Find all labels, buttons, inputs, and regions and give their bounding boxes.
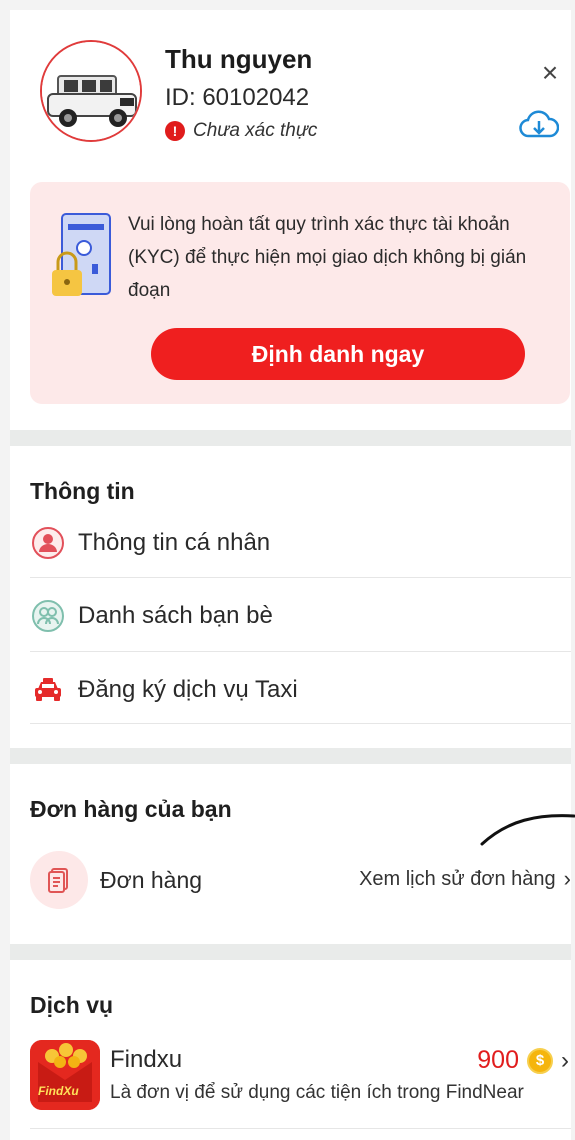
menu-item-personal-info[interactable]: Thông tin cá nhân — [30, 507, 571, 579]
kyc-lock-illustration-icon — [48, 208, 118, 308]
receipt-icon — [30, 851, 88, 909]
cloud-download-icon[interactable] — [519, 110, 560, 142]
divider — [30, 651, 571, 652]
menu-item-label: Đăng ký dịch vụ Taxi — [78, 676, 298, 703]
verify-status[interactable]: ! Chưa xác thực — [165, 120, 317, 142]
coin-icon: $ — [527, 1047, 553, 1074]
kyc-card: Vui lòng hoàn tất quy trình xác thực tài… — [30, 182, 570, 404]
services-section-title: Dịch vụ — [30, 992, 114, 1018]
top-strip — [0, 0, 575, 10]
menu-item-label: Danh sách bạn bè — [78, 602, 273, 629]
alert-icon: ! — [165, 121, 185, 141]
menu-item-taxi-register[interactable]: Đăng ký dịch vụ Taxi — [30, 654, 571, 726]
person-icon — [30, 525, 66, 561]
divider — [30, 577, 571, 578]
orders-label: Đơn hàng — [100, 866, 203, 893]
order-history-link-text: Xem lịch sử đơn hàng — [359, 867, 556, 890]
left-edge — [0, 0, 10, 1140]
coin-balance: 900 — [477, 1046, 519, 1074]
info-section-title: Thông tin — [30, 478, 135, 504]
annotation-stroke — [480, 814, 575, 846]
car-avatar-image — [42, 42, 140, 140]
friends-icon — [30, 598, 66, 634]
right-edge — [571, 0, 575, 1140]
findxu-logo: FindXu — [30, 1040, 100, 1110]
chevron-right-icon: › — [563, 866, 571, 891]
service-findxu[interactable]: FindXu Findxu Là đơn vị để sử dụng các t… — [30, 1040, 571, 1114]
divider — [30, 1128, 571, 1129]
orders-row[interactable]: Đơn hàng Xem lịch sử đơn hàng › — [30, 848, 571, 912]
kyc-message: Vui lòng hoàn tất quy trình xác thực tài… — [128, 214, 527, 301]
verify-now-button[interactable]: Định danh ngay — [151, 328, 525, 380]
order-history-link[interactable]: Xem lịch sử đơn hàng › — [359, 866, 571, 892]
service-name: Findxu — [110, 1046, 183, 1073]
taxi-icon — [30, 672, 66, 708]
chevron-right-icon[interactable]: › — [561, 1047, 569, 1075]
profile-id: ID: 60102042 — [165, 84, 310, 111]
menu-item-label: Thông tin cá nhân — [78, 529, 271, 556]
section-separator — [10, 944, 571, 960]
menu-item-friends-list[interactable]: Danh sách bạn bè — [30, 580, 571, 652]
orders-section-title: Đơn hàng của bạn — [30, 796, 232, 822]
service-coins: 900 $ › — [477, 1046, 569, 1075]
section-separator — [10, 430, 571, 446]
findxu-logo-text: FindXu — [38, 1084, 79, 1098]
divider — [30, 723, 571, 724]
avatar[interactable] — [40, 40, 142, 142]
close-button[interactable]: × — [537, 59, 563, 87]
profile-name: Thu nguyen — [165, 44, 313, 74]
service-description: Là đơn vị để sử dụng các tiện ích trong … — [110, 1082, 524, 1103]
section-separator — [10, 748, 571, 764]
verify-status-text: Chưa xác thực — [193, 120, 318, 141]
